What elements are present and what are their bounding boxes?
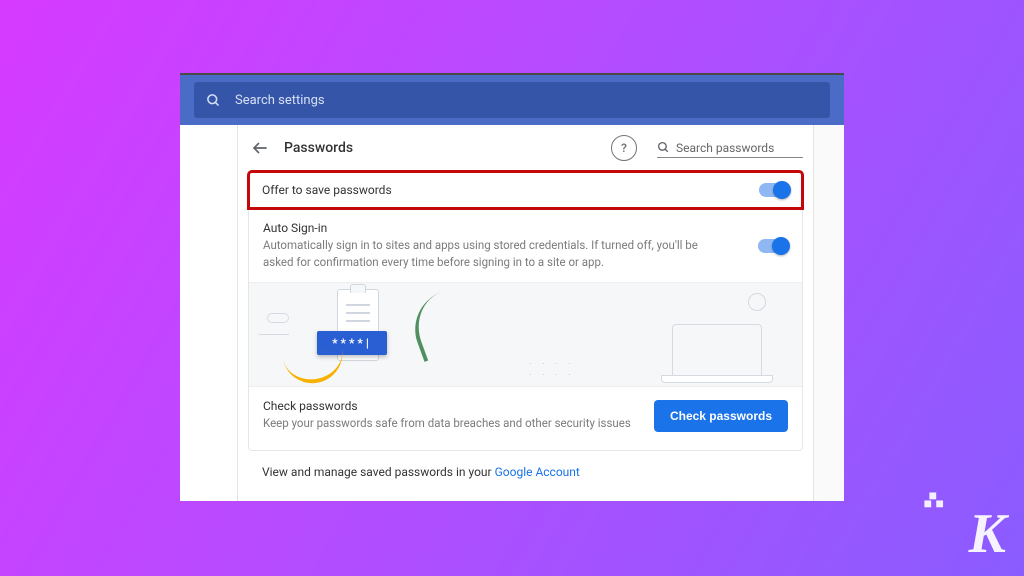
search-settings-input[interactable]: Search settings — [194, 82, 830, 118]
auto-signin-desc: Automatically sign in to sites and apps … — [263, 237, 703, 270]
offer-save-passwords-toggle[interactable] — [759, 183, 789, 197]
back-button[interactable] — [246, 134, 274, 162]
dots-icon: · · · ·· · · · — [529, 359, 575, 381]
footer-text: View and manage saved passwords in your … — [262, 465, 789, 479]
watermark-k-icon: K — [969, 506, 1006, 562]
offer-save-passwords-row: Offer to save passwords — [248, 171, 803, 209]
content-area: Passwords ? Search passwords Offer to sa… — [180, 125, 844, 501]
auto-signin-toggle[interactable] — [758, 239, 788, 253]
sidebar-placeholder — [180, 125, 238, 501]
auto-signin-label: Auto Sign-in — [263, 221, 758, 235]
settings-card: Offer to save passwords Auto Sign-in Aut… — [248, 171, 803, 451]
auto-signin-row: Auto Sign-in Automatically sign in to si… — [249, 208, 802, 282]
settings-window: Search settings Passwords ? Search passw… — [180, 73, 844, 501]
yellow-curve-icon — [283, 348, 347, 386]
search-passwords-input[interactable]: Search passwords — [657, 139, 803, 158]
right-gutter — [814, 125, 844, 501]
watermark-dots-icon: ■ ■ ■ — [924, 492, 944, 516]
main-panel: Passwords ? Search passwords Offer to sa… — [238, 125, 814, 501]
page-title: Passwords — [284, 140, 353, 156]
green-curve-icon — [404, 292, 462, 362]
check-passwords-button[interactable]: Check passwords — [654, 400, 788, 432]
check-passwords-row: Check passwords Keep your passwords safe… — [249, 386, 802, 450]
arrow-left-icon — [251, 139, 269, 157]
cloud-line-icon — [259, 325, 289, 335]
top-bar: Search settings — [180, 75, 844, 125]
search-passwords-placeholder: Search passwords — [676, 141, 774, 155]
laptop-icon — [672, 324, 762, 378]
google-account-link[interactable]: Google Account — [495, 465, 580, 479]
illustration: ****| · · · ·· · · · — [249, 282, 802, 386]
search-icon — [206, 93, 221, 108]
footer-prefix: View and manage saved passwords in your — [262, 465, 495, 479]
help-button[interactable]: ? — [611, 135, 637, 161]
check-passwords-desc: Keep your passwords safe from data breac… — [263, 415, 654, 432]
search-settings-placeholder: Search settings — [235, 93, 325, 108]
page-header: Passwords ? Search passwords — [238, 125, 813, 171]
check-passwords-title: Check passwords — [263, 399, 654, 413]
offer-save-passwords-label: Offer to save passwords — [262, 183, 759, 197]
cloud-icon — [267, 313, 289, 323]
sun-icon — [748, 293, 766, 311]
search-icon — [657, 141, 670, 154]
question-icon: ? — [621, 141, 627, 155]
